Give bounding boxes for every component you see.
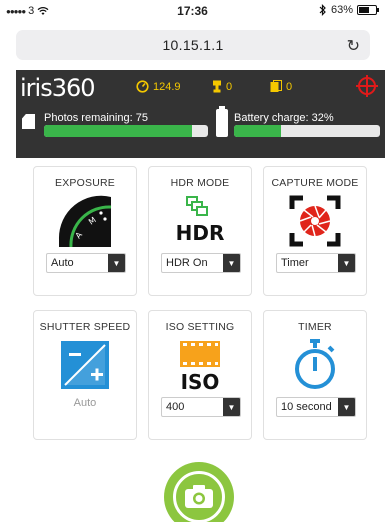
- reload-icon[interactable]: ↻: [347, 36, 360, 56]
- shutter-speed-title: SHUTTER SPEED: [39, 321, 131, 333]
- speed-icon: [136, 80, 149, 93]
- chevron-down-icon[interactable]: ▼: [338, 254, 355, 272]
- status-right: 63%: [319, 4, 379, 16]
- battery-charge-icon: [216, 106, 228, 137]
- exposure-dial-icon: A M: [58, 195, 112, 247]
- capture-select[interactable]: Timer ▼: [276, 253, 356, 273]
- exposure-select[interactable]: Auto ▼: [46, 253, 126, 273]
- images-value: 0: [286, 80, 293, 93]
- iso-icon-text: ISO: [181, 370, 220, 391]
- stopwatch-icon: [295, 339, 335, 389]
- stat-speed: 124.9: [136, 80, 181, 93]
- status-bar: ●●●●● 3 17:36 63%: [0, 0, 385, 22]
- exposure-value: Auto: [51, 257, 74, 269]
- bluetooth-icon: [319, 4, 326, 16]
- exposure-compensation-icon: [61, 341, 109, 389]
- iso-tile: ISO SETTING ISO 400 ▼: [148, 310, 252, 440]
- image-stack-icon: [270, 80, 282, 92]
- exposure-title: EXPOSURE: [55, 177, 115, 189]
- trophy-icon: [213, 80, 221, 93]
- iso-value: 400: [166, 401, 185, 413]
- shutter-speed-value: Auto: [73, 397, 97, 409]
- speed-value: 124.9: [153, 80, 181, 93]
- chevron-down-icon[interactable]: ▼: [223, 398, 240, 416]
- chevron-down-icon[interactable]: ▼: [108, 254, 125, 272]
- aperture-icon: [289, 195, 341, 247]
- iso-select[interactable]: 400 ▼: [161, 397, 241, 417]
- battery-charge-bar: [234, 125, 380, 137]
- battery-percent: 63%: [330, 4, 353, 16]
- trophy-value: 0: [226, 80, 233, 93]
- timer-value: 10 second: [281, 401, 332, 413]
- hdr-icon-text: HDR: [176, 221, 225, 245]
- address-bar[interactable]: 10.15.1.1 ↻: [16, 30, 370, 60]
- capture-title: CAPTURE MODE: [271, 177, 359, 189]
- photos-remaining-label: Photos remaining: 75: [44, 112, 148, 124]
- hdr-title: HDR MODE: [170, 177, 230, 189]
- sd-card-icon: [22, 114, 35, 129]
- chevron-down-icon[interactable]: ▼: [223, 254, 240, 272]
- capture-value: Timer: [281, 257, 309, 269]
- target-icon[interactable]: [356, 75, 378, 97]
- hdr-tile: HDR MODE HDR HDR On ▼: [148, 166, 252, 296]
- iso-film-icon: ISO: [180, 341, 220, 391]
- hdr-select[interactable]: HDR On ▼: [161, 253, 241, 273]
- battery-icon: [357, 5, 379, 15]
- iso-title: ISO SETTING: [165, 321, 235, 333]
- capture-button[interactable]: [164, 462, 234, 522]
- exposure-tile: EXPOSURE A M Auto ▼: [33, 166, 137, 296]
- capture-tile: CAPTURE MODE Timer ▼: [263, 166, 367, 296]
- camera-icon: [185, 485, 213, 508]
- url-text[interactable]: 10.15.1.1: [16, 37, 370, 53]
- battery-charge-label: Battery charge: 32%: [234, 112, 334, 124]
- chevron-down-icon[interactable]: ▼: [338, 398, 355, 416]
- hdr-value: HDR On: [166, 257, 208, 269]
- stat-images: 0: [270, 80, 292, 93]
- timer-title: TIMER: [298, 321, 332, 333]
- timer-select[interactable]: 10 second ▼: [276, 397, 356, 417]
- camera-status-panel: iris360 124.9 0 0 Photos remaining: 75 B…: [16, 70, 385, 158]
- brand-logo: iris360: [20, 74, 96, 102]
- hdr-icon: HDR: [176, 196, 225, 245]
- photos-remaining-bar: [44, 125, 208, 137]
- stat-trophy: 0: [212, 80, 232, 93]
- shutter-speed-tile: SHUTTER SPEED Auto: [33, 310, 137, 440]
- timer-tile: TIMER 10 second ▼: [263, 310, 367, 440]
